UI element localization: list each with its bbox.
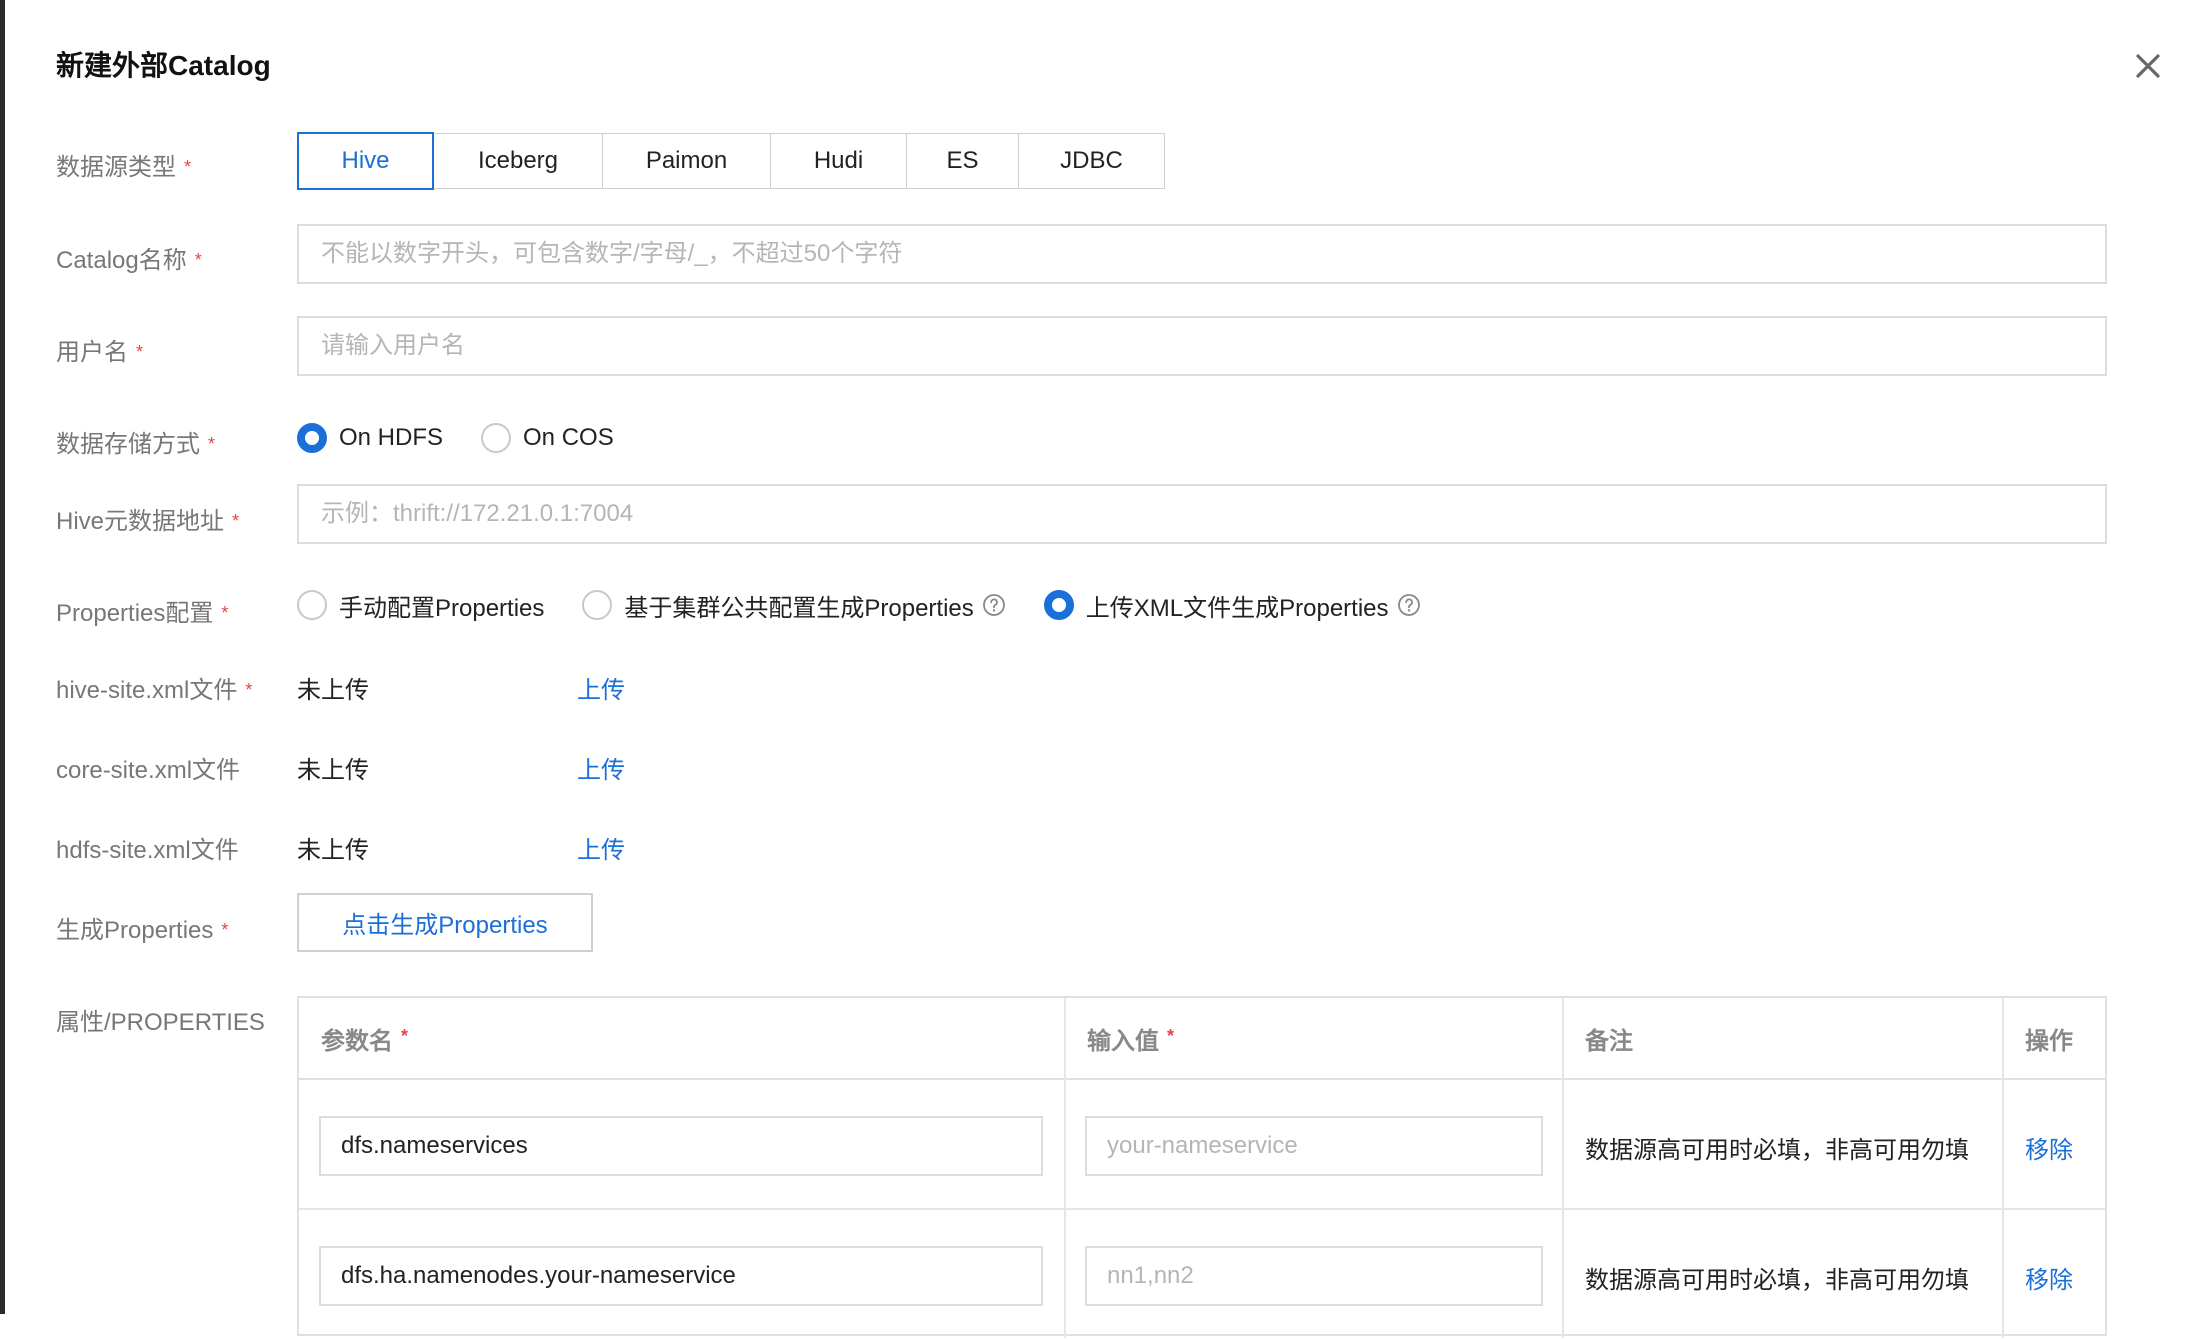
segment-hudi[interactable]: Hudi bbox=[771, 133, 907, 189]
properties-table: 参数名* 输入值* 备注 操作 数据源高可用时必填，非高可用勿填 移除 数据源高… bbox=[297, 996, 2107, 1338]
radio-unchecked-icon bbox=[582, 590, 613, 620]
help-icon[interactable] bbox=[1397, 593, 1421, 617]
catalog-name-label: Catalog名称 * bbox=[56, 247, 202, 274]
table-header: 参数名 * 输入值 * 备注 操作 bbox=[299, 998, 2105, 1080]
hdfs-site-upload-link[interactable]: 上传 bbox=[577, 830, 625, 865]
segment-es[interactable]: ES bbox=[907, 133, 1019, 189]
required-mark: * bbox=[1167, 1025, 1175, 1046]
header-input-value: 输入值 * bbox=[1087, 1025, 1175, 1055]
window-edge bbox=[0, 0, 5, 1314]
segment-iceberg[interactable]: Iceberg bbox=[434, 133, 603, 189]
generate-properties-button[interactable]: 点击生成Properties bbox=[297, 893, 593, 952]
dialog-title: 新建外部Catalog bbox=[56, 50, 271, 81]
catalog-name-input[interactable] bbox=[297, 224, 2107, 284]
hdfs-site-label: hdfs-site.xml文件 bbox=[56, 837, 239, 864]
required-mark: * bbox=[184, 157, 192, 177]
hdfs-site-status: 未上传 bbox=[297, 837, 369, 864]
param-name-input[interactable] bbox=[319, 1246, 1043, 1306]
param-remark: 数据源高可用时必填，非高可用勿填 bbox=[1585, 1137, 1969, 1164]
hive-site-label: hive-site.xml文件 * bbox=[56, 677, 253, 704]
radio-on-hdfs[interactable]: On HDFS bbox=[297, 423, 443, 453]
radio-unchecked-icon bbox=[297, 590, 327, 620]
username-label: 用户名 * bbox=[56, 339, 144, 366]
remove-row-link[interactable]: 移除 bbox=[2025, 1260, 2073, 1295]
table-row: 数据源高可用时必填，非高可用勿填 移除 bbox=[299, 1078, 2105, 1208]
radio-on-cos[interactable]: On COS bbox=[481, 423, 614, 453]
hive-site-upload-link[interactable]: 上传 bbox=[577, 670, 625, 705]
properties-config-label: Properties配置 * bbox=[56, 600, 229, 627]
required-mark: * bbox=[194, 250, 202, 270]
param-value-input[interactable] bbox=[1085, 1246, 1543, 1306]
required-mark: * bbox=[245, 680, 253, 700]
segment-jdbc[interactable]: JDBC bbox=[1019, 133, 1165, 189]
required-mark: * bbox=[232, 511, 240, 531]
core-site-label: core-site.xml文件 bbox=[56, 757, 241, 784]
properties-label: 属性/PROPERTIES bbox=[56, 1009, 265, 1036]
hive-metastore-input[interactable] bbox=[297, 484, 2107, 544]
param-value-input[interactable] bbox=[1085, 1116, 1543, 1176]
radio-checked-icon bbox=[297, 423, 327, 453]
radio-checked-icon bbox=[1043, 590, 1074, 620]
param-remark: 数据源高可用时必填，非高可用勿填 bbox=[1585, 1267, 1969, 1294]
radio-unchecked-icon bbox=[481, 423, 512, 453]
generate-properties-label: 生成Properties * bbox=[56, 917, 229, 944]
required-mark: * bbox=[208, 434, 216, 454]
remove-row-link[interactable]: 移除 bbox=[2025, 1130, 2073, 1165]
radio-manual-properties[interactable]: 手动配置Properties bbox=[297, 588, 544, 623]
required-mark: * bbox=[136, 342, 144, 362]
core-site-status: 未上传 bbox=[297, 757, 369, 784]
properties-config-radio-group: 手动配置Properties 基于集群公共配置生成Properties 上传XM… bbox=[297, 585, 1459, 625]
header-operation: 操作 bbox=[2025, 1027, 2073, 1055]
header-param-name: 参数名 * bbox=[321, 1025, 409, 1055]
required-mark: * bbox=[221, 920, 229, 940]
help-icon[interactable] bbox=[982, 593, 1006, 617]
required-mark: * bbox=[401, 1025, 409, 1046]
table-row: 数据源高可用时必填，非高可用勿填 移除 bbox=[299, 1210, 2105, 1340]
param-name-input[interactable] bbox=[319, 1116, 1043, 1176]
header-remark: 备注 bbox=[1585, 1027, 1633, 1055]
required-mark: * bbox=[221, 603, 229, 623]
close-button[interactable] bbox=[2128, 46, 2168, 86]
hive-metastore-label: Hive元数据地址 * bbox=[56, 508, 240, 535]
storage-radio-group: On HDFS On COS bbox=[297, 418, 652, 458]
radio-cluster-properties[interactable]: 基于集群公共配置生成Properties bbox=[582, 588, 1005, 623]
datasource-type-label: 数据源类型 * bbox=[56, 154, 192, 181]
core-site-upload-link[interactable]: 上传 bbox=[577, 750, 625, 785]
segment-hive[interactable]: Hive bbox=[297, 132, 434, 190]
segment-paimon[interactable]: Paimon bbox=[603, 133, 771, 189]
hive-site-status: 未上传 bbox=[297, 677, 369, 704]
username-input[interactable] bbox=[297, 316, 2107, 376]
datasource-type-segmented: Hive Iceberg Paimon Hudi ES JDBC bbox=[297, 132, 1165, 191]
storage-label: 数据存储方式 * bbox=[56, 431, 216, 458]
close-icon bbox=[2136, 54, 2160, 78]
radio-xml-properties[interactable]: 上传XML文件生成Properties bbox=[1043, 588, 1421, 623]
